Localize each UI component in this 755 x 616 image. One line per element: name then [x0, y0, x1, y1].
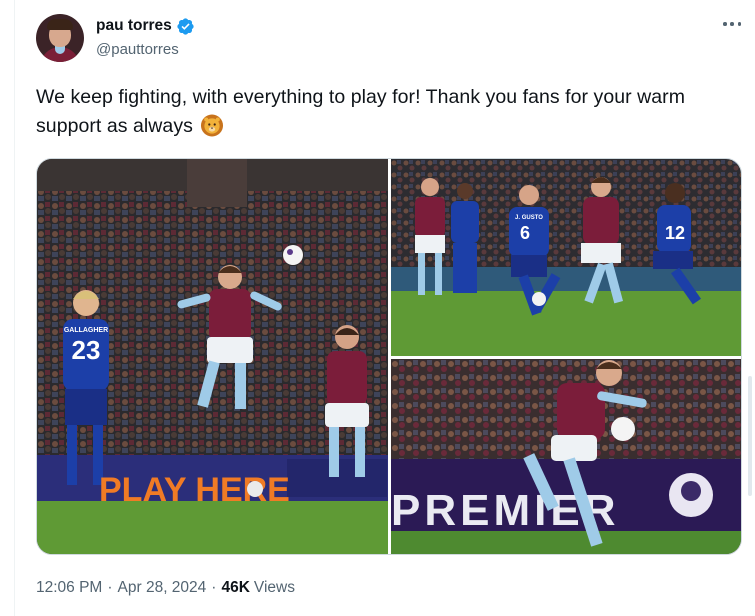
tweet-text: We keep fighting, with everything to pla… [36, 83, 726, 141]
svg-text:6: 6 [520, 223, 530, 243]
tweet-metadata: 12:06 PM · Apr 28, 2024 · 46K Views [36, 578, 295, 598]
author-name[interactable]: pau torres [96, 17, 172, 35]
author-block: pau torres @pauttorres [96, 16, 195, 59]
verified-badge-icon[interactable] [176, 17, 195, 36]
svg-text:J. GUSTO: J. GUSTO [515, 215, 543, 221]
media-grid: 23 GALLAGHER PLAY HERE 6 J. GUSTO 12 PRE… [36, 158, 742, 555]
lion-face-icon [201, 114, 224, 137]
avatar[interactable] [36, 14, 84, 62]
separator-dot: · [211, 579, 217, 596]
scrollbar[interactable] [748, 376, 752, 496]
tweet-time[interactable]: 12:06 PM [36, 579, 102, 597]
tweet-date[interactable]: Apr 28, 2024 [118, 579, 207, 597]
photo-header-jump[interactable]: 23 GALLAGHER PLAY HERE [37, 159, 388, 554]
svg-text:12: 12 [665, 223, 685, 243]
views-count[interactable]: 46K [221, 579, 249, 597]
svg-text:23: 23 [72, 335, 101, 365]
tweet-body: We keep fighting, with everything to pla… [36, 86, 686, 137]
photo-midfield-challenge[interactable]: 6 J. GUSTO 12 [391, 159, 741, 356]
more-options-icon[interactable] [720, 14, 744, 34]
author-handle[interactable]: @pauttorres [96, 41, 195, 59]
separator-dot: · [107, 579, 113, 596]
svg-text:GALLAGHER: GALLAGHER [64, 327, 108, 334]
photo-volley-closeup[interactable]: PREMIER [391, 359, 741, 554]
timeline-divider [14, 0, 15, 616]
views-label: Views [253, 579, 295, 596]
